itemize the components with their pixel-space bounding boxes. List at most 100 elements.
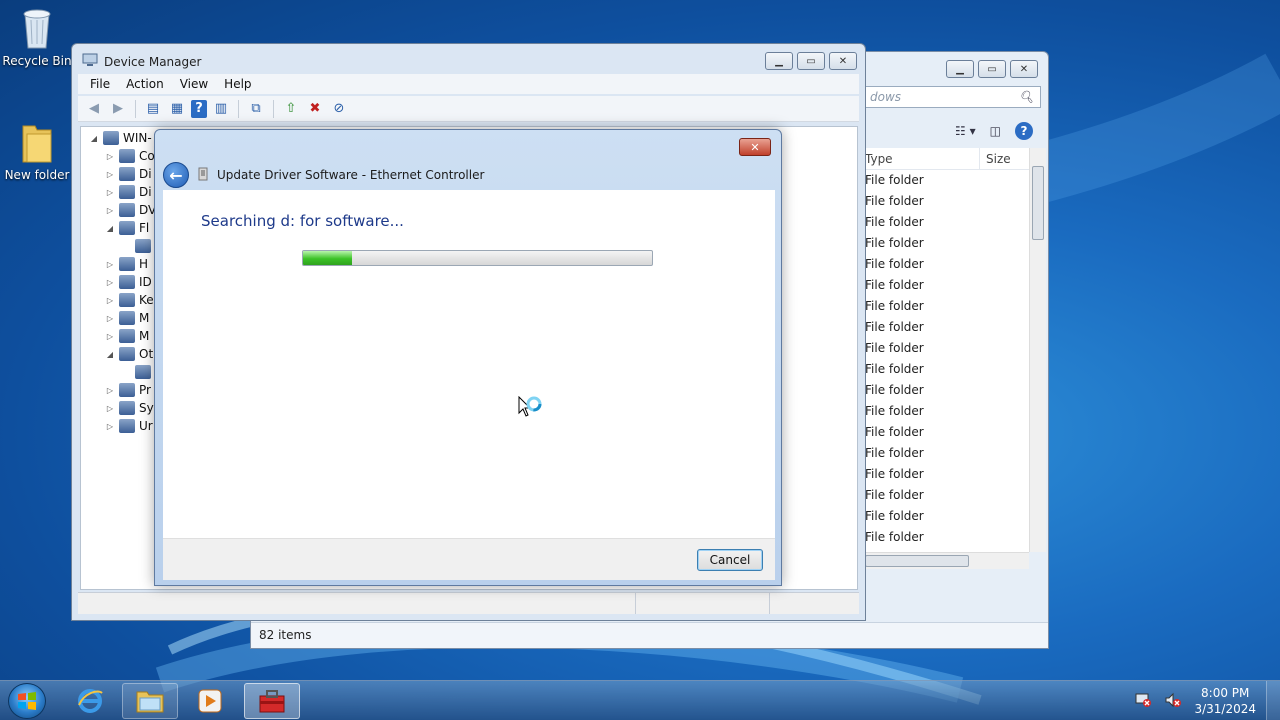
minimize-button[interactable]: ▁ xyxy=(765,52,793,70)
collapsed-arrow-icon[interactable]: ▷ xyxy=(105,296,115,305)
maximize-button[interactable]: ▭ xyxy=(797,52,825,70)
list-item[interactable]: File folder xyxy=(865,359,1029,380)
scan-hardware-icon[interactable]: ⧉ xyxy=(246,99,266,119)
menu-file[interactable]: File xyxy=(90,77,110,91)
properties-icon[interactable]: ▦ xyxy=(167,99,187,119)
tree-node[interactable] xyxy=(121,237,155,255)
collapsed-arrow-icon[interactable]: ▷ xyxy=(105,422,115,431)
taskbar-device-manager[interactable] xyxy=(244,683,300,719)
start-button[interactable] xyxy=(8,683,46,719)
tree-node[interactable]: ◢ Fl xyxy=(105,219,149,237)
tree-node[interactable]: ◢ WIN- xyxy=(89,129,152,147)
collapsed-arrow-icon[interactable]: ▷ xyxy=(105,404,115,413)
expanded-arrow-icon[interactable]: ◢ xyxy=(105,224,115,233)
list-item[interactable]: File folder xyxy=(865,317,1029,338)
column-size[interactable]: Size xyxy=(979,148,1029,169)
tree-node[interactable] xyxy=(121,363,155,381)
tree-node[interactable]: ▷ Di xyxy=(105,165,152,183)
list-item[interactable]: File folder xyxy=(865,233,1029,254)
clock[interactable]: 8:00 PM 3/31/2024 xyxy=(1194,685,1256,717)
collapsed-arrow-icon[interactable]: ▷ xyxy=(105,206,115,215)
menu-action[interactable]: Action xyxy=(126,77,164,91)
tree-node[interactable]: ▷ H xyxy=(105,255,148,273)
list-item[interactable]: File folder xyxy=(865,464,1029,485)
tree-node[interactable]: ▷ Ur xyxy=(105,417,153,435)
tree-node[interactable]: ▷ Di xyxy=(105,183,152,201)
search-input[interactable]: dows 🔍︎ xyxy=(865,86,1041,108)
show-desktop-button[interactable] xyxy=(1266,681,1280,720)
expanded-arrow-icon[interactable]: ◢ xyxy=(89,134,99,143)
menu-help[interactable]: Help xyxy=(224,77,251,91)
tree-node[interactable]: ▷ ID xyxy=(105,273,152,291)
taskbar-internet-explorer[interactable] xyxy=(62,683,118,719)
horizontal-scrollbar[interactable] xyxy=(865,552,1029,569)
minimize-button[interactable]: ▁ xyxy=(946,60,974,78)
back-arrow-icon: ← xyxy=(169,165,183,185)
tree-node[interactable]: ▷ Pr xyxy=(105,381,151,399)
view-options-icon[interactable]: ☷ ▾ xyxy=(955,124,976,138)
action-pane-icon[interactable]: ▥ xyxy=(211,99,231,119)
scroll-thumb[interactable] xyxy=(865,555,969,567)
forward-arrow-icon[interactable]: ▶ xyxy=(108,99,128,119)
list-item[interactable]: File folder xyxy=(865,401,1029,422)
collapsed-arrow-icon[interactable]: ▷ xyxy=(105,386,115,395)
desktop-icon-new-folder[interactable]: New folder xyxy=(0,120,74,182)
list-item[interactable]: File folder xyxy=(865,296,1029,317)
help-icon[interactable]: ? xyxy=(191,99,207,118)
column-header: Type Size xyxy=(865,148,1029,170)
maximize-button[interactable]: ▭ xyxy=(978,60,1006,78)
close-button[interactable]: ✕ xyxy=(1010,60,1038,78)
column-type[interactable]: Type xyxy=(865,148,979,169)
list-item[interactable]: File folder xyxy=(865,338,1029,359)
update-driver-dialog[interactable]: ✕ ← Update Driver Software - Ethernet Co… xyxy=(154,129,782,586)
disable-device-icon[interactable]: ⊘ xyxy=(329,99,349,119)
list-item[interactable]: File folder xyxy=(865,380,1029,401)
help-icon[interactable]: ? xyxy=(1015,122,1033,140)
tree-node[interactable]: ▷ M xyxy=(105,309,149,327)
show-hide-console-tree-icon[interactable]: ▤ xyxy=(143,99,163,119)
tree-node[interactable]: ▷ Ke xyxy=(105,291,154,309)
collapsed-arrow-icon[interactable]: ▷ xyxy=(105,332,115,341)
tree-node[interactable]: ▷ Co xyxy=(105,147,155,165)
network-error-icon[interactable] xyxy=(1134,692,1152,711)
list-item[interactable]: File folder xyxy=(865,212,1029,233)
device-category-icon xyxy=(119,347,135,361)
tree-node[interactable]: ◢ Ot xyxy=(105,345,153,363)
collapsed-arrow-icon[interactable]: ▷ xyxy=(105,314,115,323)
taskbar-windows-explorer[interactable] xyxy=(122,683,178,719)
collapsed-arrow-icon[interactable]: ▷ xyxy=(105,170,115,179)
list-item[interactable]: File folder xyxy=(865,485,1029,506)
list-item[interactable]: File folder xyxy=(865,275,1029,296)
device-category-icon xyxy=(119,329,135,343)
collapsed-arrow-icon[interactable]: ▷ xyxy=(105,278,115,287)
menu-view[interactable]: View xyxy=(180,77,208,91)
list-item[interactable]: File folder xyxy=(865,506,1029,527)
list-item[interactable]: File folder xyxy=(865,422,1029,443)
expanded-arrow-icon[interactable]: ◢ xyxy=(105,350,115,359)
taskbar-media-player[interactable] xyxy=(182,683,238,719)
tree-node-label: Ke xyxy=(139,293,154,307)
back-button[interactable]: ← xyxy=(163,162,189,188)
list-item[interactable]: File folder xyxy=(865,191,1029,212)
tree-node[interactable]: ▷ Sy xyxy=(105,399,154,417)
uninstall-icon[interactable]: ✖ xyxy=(305,99,325,119)
update-driver-icon[interactable]: ⇧ xyxy=(281,99,301,119)
collapsed-arrow-icon[interactable]: ▷ xyxy=(105,188,115,197)
list-item[interactable]: File folder xyxy=(865,170,1029,191)
close-button[interactable]: ✕ xyxy=(829,52,857,70)
scroll-thumb[interactable] xyxy=(1032,166,1044,240)
collapsed-arrow-icon[interactable]: ▷ xyxy=(105,152,115,161)
preview-pane-icon[interactable]: ◫ xyxy=(990,124,1001,138)
list-item[interactable]: File folder xyxy=(865,527,1029,548)
volume-muted-icon[interactable] xyxy=(1164,692,1182,711)
tree-node[interactable]: ▷ M xyxy=(105,327,149,345)
list-item[interactable]: File folder xyxy=(865,254,1029,275)
cancel-button[interactable]: Cancel xyxy=(697,549,763,571)
list-item[interactable]: File folder xyxy=(865,443,1029,464)
back-arrow-icon[interactable]: ◀ xyxy=(84,99,104,119)
close-button[interactable]: ✕ xyxy=(739,138,771,156)
collapsed-arrow-icon[interactable]: ▷ xyxy=(105,260,115,269)
tree-node[interactable]: ▷ DV xyxy=(105,201,156,219)
vertical-scrollbar[interactable] xyxy=(1029,148,1046,552)
desktop-icon-recycle-bin[interactable]: Recycle Bin xyxy=(0,6,74,68)
